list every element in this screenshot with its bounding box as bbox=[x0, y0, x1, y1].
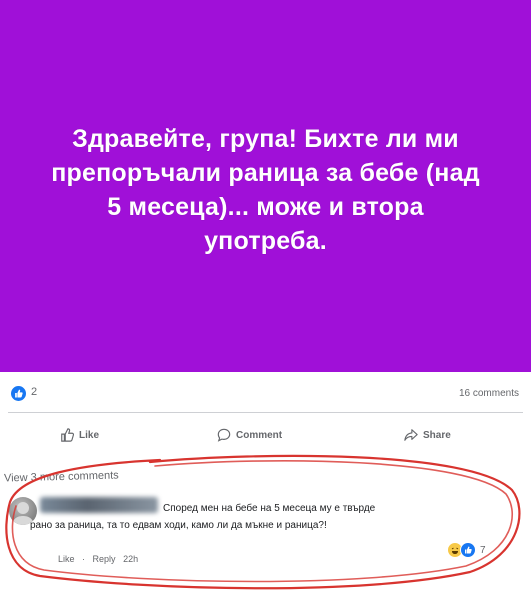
comment-text-line-1: Според мен на бебе на 5 месеца му е твър… bbox=[163, 503, 376, 514]
comment-reaction-count: 7 bbox=[480, 544, 486, 556]
comments-count[interactable]: 16 comments bbox=[459, 388, 519, 399]
post-text: Здравейте, група! Бихте ли ми препоръчал… bbox=[51, 125, 480, 255]
comment-text-line-2: рано за раница, та то едвам ходи, камо л… bbox=[30, 520, 327, 531]
stats-divider bbox=[8, 412, 523, 413]
post-background-banner: Здравейте, група! Бихте ли ми препоръчал… bbox=[0, 0, 531, 372]
comment-button[interactable]: Comment bbox=[217, 424, 282, 446]
like-reaction-icon bbox=[460, 542, 476, 558]
comment-timestamp[interactable]: 22h bbox=[123, 554, 138, 564]
share-arrow-icon bbox=[404, 429, 418, 441]
like-button-label: Like bbox=[79, 429, 100, 441]
reactions-count[interactable]: 2 bbox=[31, 386, 37, 398]
comment-meta: Like · Reply 22h bbox=[58, 554, 143, 564]
like-button[interactable]: Like bbox=[60, 424, 99, 446]
comment-reactions[interactable]: 7 bbox=[447, 542, 486, 558]
comment-button-label: Comment bbox=[236, 429, 283, 441]
thumbs-up-icon bbox=[61, 428, 74, 442]
speech-bubble-icon bbox=[217, 428, 231, 442]
share-button-label: Share bbox=[423, 429, 451, 441]
comment-reply-link[interactable]: Reply bbox=[93, 554, 116, 564]
meta-separator: · bbox=[82, 554, 86, 564]
comment-like-link[interactable]: Like bbox=[58, 554, 75, 564]
view-more-comments-link[interactable]: View 3 more comments bbox=[4, 470, 119, 485]
comment-body: Според мен на бебе на 5 месеца му е твър… bbox=[30, 500, 500, 534]
share-button[interactable]: Share bbox=[404, 424, 451, 446]
like-reaction-icon[interactable] bbox=[11, 386, 26, 401]
post-actions-row: Like Comment Share bbox=[0, 424, 531, 446]
post-stats-row: 2 16 comments bbox=[0, 381, 531, 405]
